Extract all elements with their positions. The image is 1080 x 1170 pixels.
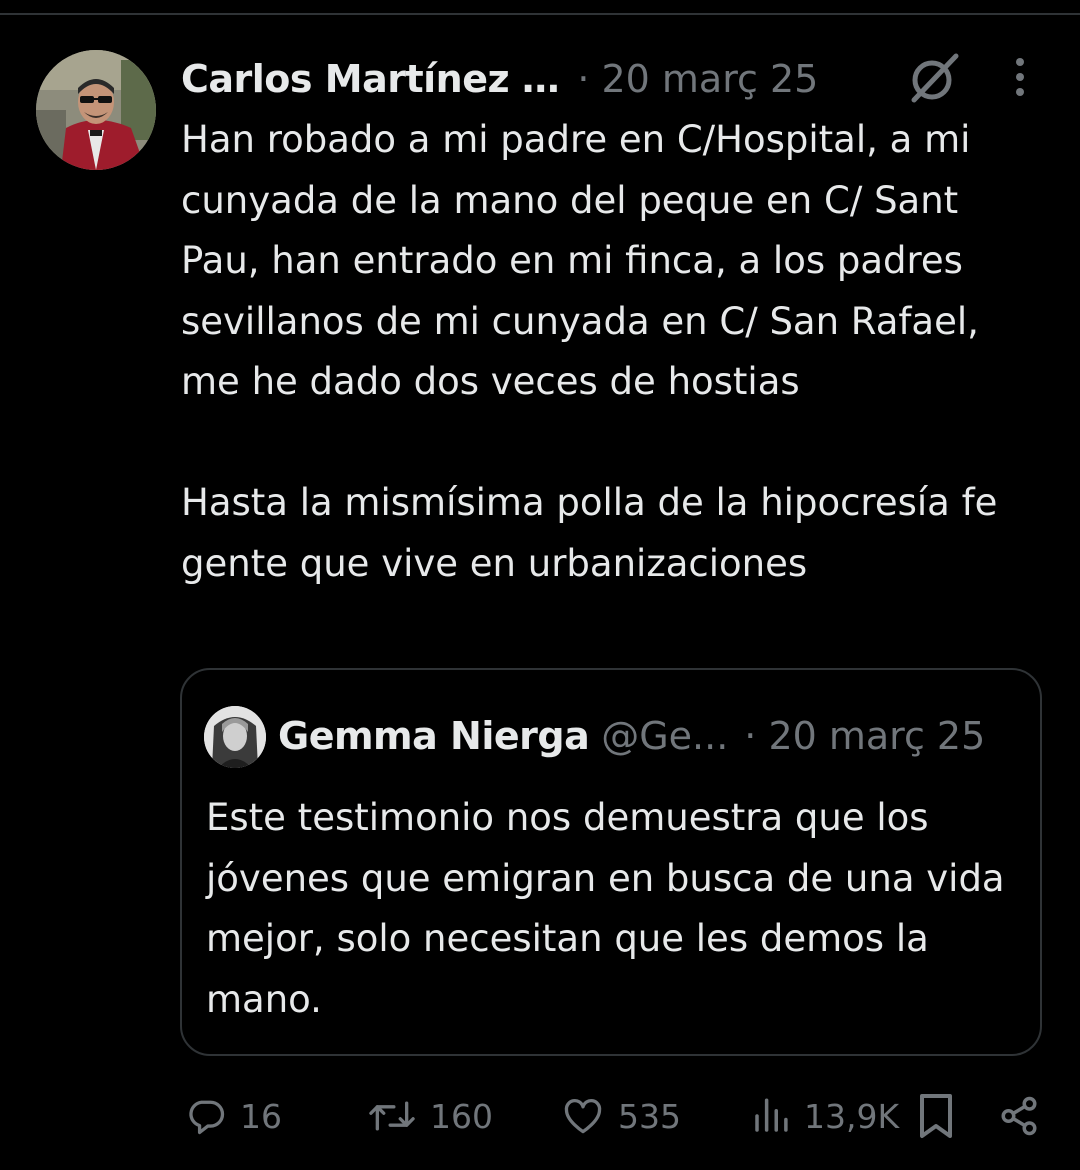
like-button[interactable]: 535: [560, 1088, 681, 1144]
top-divider: [0, 13, 1080, 15]
bookmark-button[interactable]: [916, 1088, 956, 1144]
repost-button[interactable]: 160: [366, 1088, 493, 1144]
views-chart-icon: [755, 1098, 788, 1132]
tweet-date[interactable]: · 20 març 25: [577, 57, 818, 101]
quote-date[interactable]: · 20 març 25: [744, 714, 985, 758]
repost-count: 160: [430, 1096, 493, 1136]
repost-icon: [369, 1101, 415, 1131]
quote-author-name[interactable]: Gemma Nierga: [278, 714, 590, 758]
avatar-photo-icon: [36, 50, 156, 170]
tweet-text: Han robado a mi padre en C/Hospital, a m…: [181, 118, 998, 585]
quote-author-avatar[interactable]: [204, 706, 266, 768]
reply-button[interactable]: 16: [184, 1088, 282, 1144]
avatar-photo-icon: [204, 706, 266, 768]
share-icon: [1001, 1096, 1037, 1136]
heart-icon: [564, 1098, 602, 1134]
quote-header: Gemma Nierga @Ge... · 20 març 25: [278, 710, 985, 762]
quoted-tweet-card[interactable]: Gemma Nierga @Ge... · 20 març 25 Este te…: [180, 668, 1042, 1056]
views-button[interactable]: 13,9K: [750, 1088, 899, 1144]
reply-count: 16: [240, 1096, 282, 1136]
views-count: 13,9K: [804, 1096, 900, 1136]
grok-icon[interactable]: [906, 52, 962, 104]
quote-author-handle[interactable]: @Ge...: [601, 714, 728, 758]
action-bar: 16 160 535 13,9K: [0, 1088, 1080, 1144]
author-avatar[interactable]: [36, 50, 156, 170]
reply-icon: [189, 1100, 225, 1135]
share-button[interactable]: [998, 1088, 1040, 1144]
bookmark-icon: [920, 1094, 952, 1138]
tweet-header: Carlos Martínez … · 20 març 25: [181, 54, 818, 104]
like-count: 535: [618, 1096, 681, 1136]
author-name[interactable]: Carlos Martínez …: [181, 57, 560, 101]
quote-text: Este testimonio nos demuestra que los jó…: [206, 796, 1005, 1021]
more-dots-icon[interactable]: [1004, 56, 1036, 100]
